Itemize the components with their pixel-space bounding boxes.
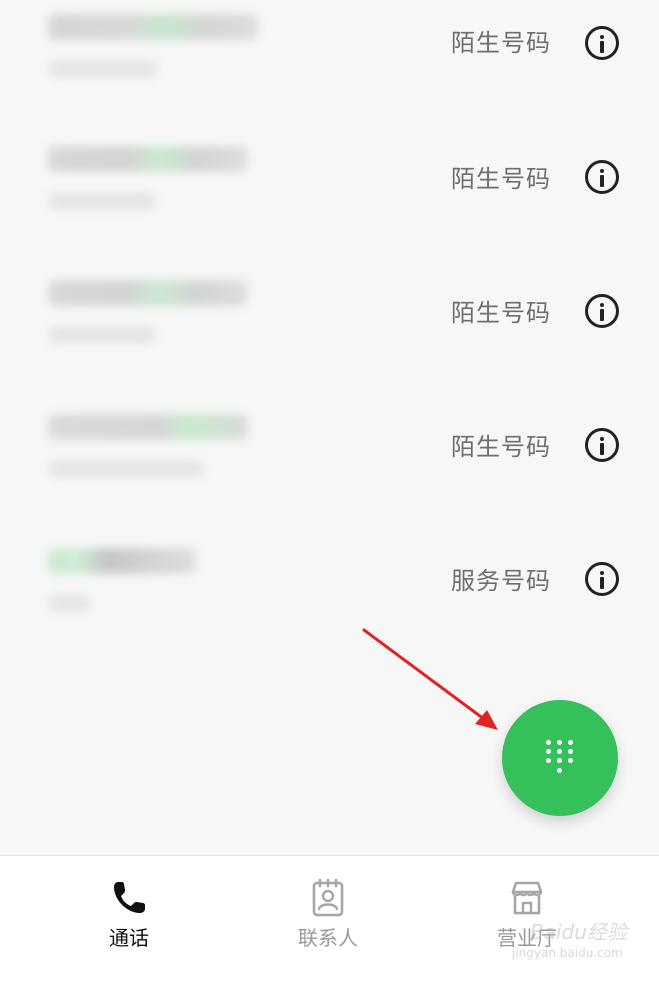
blurred-location [48, 192, 156, 210]
blurred-number [48, 146, 248, 172]
blurred-location [48, 60, 158, 78]
tab-contacts[interactable]: 联系人 [248, 856, 408, 984]
blurred-number [48, 548, 196, 574]
phone-icon [114, 882, 145, 913]
call-log-row[interactable]: 服务号码 [0, 510, 659, 644]
info-icon[interactable] [585, 562, 619, 596]
dialpad-button[interactable] [502, 700, 618, 816]
blurred-location [48, 594, 90, 612]
contacts-icon [312, 878, 344, 917]
call-log-row[interactable]: 陌生号码 [0, 242, 659, 376]
blurred-location [48, 460, 204, 478]
info-icon[interactable] [585, 160, 619, 194]
baidu-jingyan-watermark: Baidu经验 jingyan.baidu.com [500, 910, 650, 970]
watermark-logo-text: Baidu经验 [530, 920, 627, 944]
call-log-row[interactable]: 陌生号码 [0, 376, 659, 510]
number-type-label: 服务号码 [451, 567, 551, 595]
blurred-number [48, 14, 258, 40]
dialpad-icon [546, 740, 574, 780]
info-icon[interactable] [585, 428, 619, 462]
number-type-label: 陌生号码 [451, 433, 551, 461]
tab-calls[interactable]: 通话 [49, 856, 209, 984]
info-icon[interactable] [585, 26, 619, 60]
info-icon[interactable] [585, 294, 619, 328]
red-arrow-annotation [362, 628, 498, 730]
number-type-label: 陌生号码 [451, 29, 551, 57]
blurred-location [48, 326, 156, 344]
number-type-label: 陌生号码 [451, 165, 551, 193]
tab-label: 联系人 [298, 926, 358, 950]
call-log-row[interactable]: 陌生号码 [0, 108, 659, 242]
tab-label: 通话 [109, 926, 149, 950]
watermark-url: jingyan.baidu.com [512, 946, 623, 960]
blurred-number [48, 280, 248, 306]
call-log-row[interactable]: 陌生号码 [0, 0, 659, 108]
number-type-label: 陌生号码 [451, 299, 551, 327]
blurred-number [48, 414, 248, 440]
